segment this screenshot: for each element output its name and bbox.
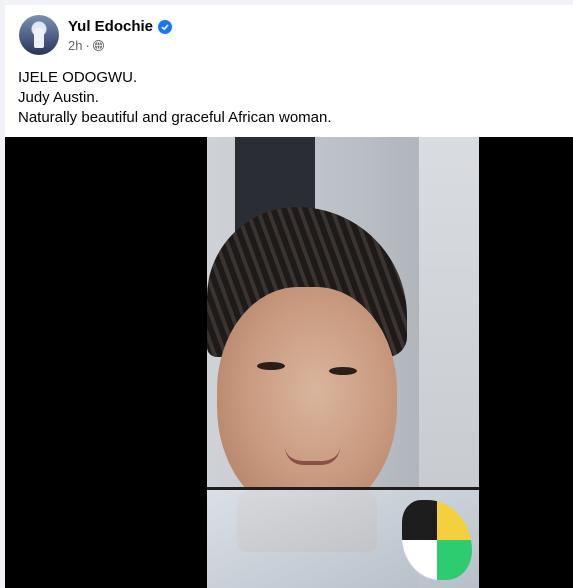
post-header: Yul Edochie 2h · bbox=[19, 15, 519, 59]
photo-mouth bbox=[285, 447, 340, 465]
post-time[interactable]: 2h bbox=[68, 38, 82, 53]
post-photo[interactable] bbox=[207, 137, 479, 588]
photo-garment bbox=[207, 487, 479, 588]
photo-bow bbox=[402, 500, 472, 580]
author-name[interactable]: Yul Edochie bbox=[68, 18, 153, 35]
verified-badge-icon bbox=[158, 19, 173, 34]
post-media[interactable] bbox=[5, 137, 573, 588]
photo-eye-right bbox=[329, 367, 357, 375]
feed-post: Yul Edochie 2h · IJELE ODOGWU. Judy Aust… bbox=[5, 5, 573, 588]
photo-eye-left bbox=[257, 362, 285, 370]
author-avatar[interactable] bbox=[19, 15, 59, 55]
photo-face bbox=[217, 287, 397, 517]
caption-line: Naturally beautiful and graceful African… bbox=[18, 109, 332, 126]
post-meta: 2h · bbox=[68, 38, 104, 53]
meta-separator: · bbox=[85, 38, 90, 53]
avatar-figure bbox=[34, 28, 44, 48]
author-name-row: Yul Edochie bbox=[68, 18, 173, 35]
caption-line: Judy Austin. bbox=[18, 89, 99, 106]
caption-line: IJELE ODOGWU. bbox=[18, 69, 138, 86]
post-caption: IJELE ODOGWU. Judy Austin. Naturally bea… bbox=[18, 68, 332, 128]
globe-icon[interactable] bbox=[92, 40, 104, 51]
